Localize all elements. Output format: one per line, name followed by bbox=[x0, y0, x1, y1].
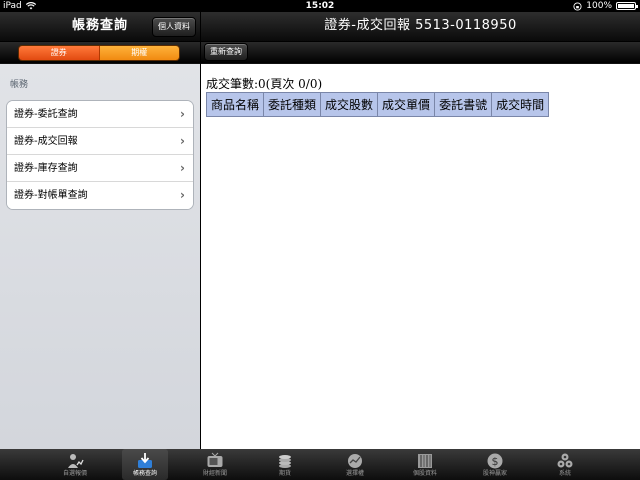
inbox-download-icon bbox=[138, 453, 152, 468]
refresh-query-button[interactable]: 重新查詢 bbox=[204, 43, 248, 61]
battery-icon bbox=[616, 2, 638, 10]
left-nav-bar: 帳務查詢 個人資料 bbox=[0, 12, 200, 42]
account-menu: 證券-委託查詢 › 證券-成交回報 › 證券-庫存查詢 › 證券-對帳單查詢 › bbox=[6, 100, 194, 210]
trade-count-text: 成交筆數:0(頁次 0/0) bbox=[206, 77, 323, 91]
rotation-lock-icon bbox=[573, 1, 582, 11]
column-header-price: 成交單價 bbox=[377, 92, 436, 117]
column-header-time: 成交時間 bbox=[491, 92, 550, 117]
dollar-coin-icon: $ bbox=[487, 453, 503, 469]
menu-item-label: 證券-成交回報 bbox=[14, 136, 78, 147]
tab-label: 股神贏家 bbox=[482, 470, 507, 477]
tab-watchlist[interactable]: 自選報價 bbox=[52, 449, 98, 480]
section-label: 帳務 bbox=[10, 80, 29, 90]
tab-system[interactable]: 系統 bbox=[542, 449, 588, 480]
tab-label: 個股資料 bbox=[412, 470, 437, 477]
right-pane: 證券-成交回報 5513-0118950 重新查詢 成交筆數:0(頁次 0/0)… bbox=[201, 12, 640, 449]
tab-label: 自選報價 bbox=[62, 470, 87, 477]
menu-item-statement-query[interactable]: 證券-對帳單查詢 › bbox=[7, 182, 193, 209]
tab-futures[interactable]: 期貨 bbox=[262, 449, 308, 480]
menu-item-inventory-query[interactable]: 證券-庫存查詢 › bbox=[7, 155, 193, 182]
column-header-shares: 成交股數 bbox=[320, 92, 379, 117]
menu-item-order-query[interactable]: 證券-委託查詢 › bbox=[7, 101, 193, 128]
menu-item-label: 證券-委託查詢 bbox=[14, 109, 78, 120]
gears-icon bbox=[557, 453, 573, 468]
tab-options[interactable]: 選擇權 bbox=[332, 449, 378, 480]
column-header-order-no: 委託書號 bbox=[434, 92, 493, 117]
menu-item-label: 證券-庫存查詢 bbox=[14, 163, 78, 174]
segment-futures-options[interactable]: 期權 bbox=[99, 46, 179, 60]
tab-account-query[interactable]: 帳務查詢 bbox=[122, 449, 168, 480]
profile-button[interactable]: 個人資料 bbox=[152, 17, 196, 37]
svg-text:$: $ bbox=[492, 455, 499, 468]
right-toolbar: 重新查詢 bbox=[201, 42, 640, 64]
tv-icon bbox=[207, 452, 223, 467]
menu-item-label: 證券-對帳單查詢 bbox=[14, 190, 88, 201]
person-chart-icon bbox=[68, 454, 84, 468]
tab-bar: 自選報價 帳務查詢 財經新聞 期貨 選擇權 個股資料 $ 股神贏家 系統 bbox=[0, 449, 640, 480]
left-toolbar: 證券 期權 bbox=[0, 42, 200, 64]
tab-stock-info[interactable]: 個股資料 bbox=[402, 449, 448, 480]
segment-securities[interactable]: 證券 bbox=[19, 46, 100, 60]
tab-label: 選擇權 bbox=[345, 470, 364, 477]
right-nav-title: 證券-成交回報 5513-0118950 bbox=[324, 18, 517, 33]
column-header-product: 商品名稱 bbox=[205, 92, 265, 117]
tab-label: 系統 bbox=[558, 470, 571, 477]
trade-report-table: 商品名稱 委託種類 成交股數 成交單價 委託書號 成交時間 bbox=[205, 92, 550, 117]
tab-label: 帳務查詢 bbox=[132, 470, 157, 477]
chevron-right-icon: › bbox=[180, 107, 185, 121]
column-header-order-type: 委託種類 bbox=[263, 92, 322, 117]
globe-chart-icon bbox=[348, 454, 362, 468]
clock: 15:02 bbox=[305, 1, 335, 11]
tab-news[interactable]: 財經新聞 bbox=[192, 449, 238, 480]
tab-stock-winner[interactable]: $ 股神贏家 bbox=[472, 449, 518, 480]
tab-label: 財經新聞 bbox=[202, 470, 227, 477]
right-nav-bar: 證券-成交回報 5513-0118950 bbox=[201, 12, 640, 42]
menu-item-trade-report[interactable]: 證券-成交回報 › bbox=[7, 128, 193, 155]
coins-icon bbox=[279, 455, 291, 468]
chevron-right-icon: › bbox=[180, 161, 185, 175]
left-pane: 帳務查詢 個人資料 證券 期權 帳務 證券-委託查詢 › 證券-成交回報 › 證… bbox=[0, 12, 200, 449]
status-bar: iPad 15:02 100% bbox=[0, 0, 640, 12]
tab-label: 期貨 bbox=[278, 470, 291, 477]
book-icon bbox=[418, 454, 432, 468]
chevron-right-icon: › bbox=[180, 134, 185, 148]
table-header-row: 商品名稱 委託種類 成交股數 成交單價 委託書號 成交時間 bbox=[205, 92, 550, 117]
battery-percent: 100% bbox=[586, 1, 612, 11]
chevron-right-icon: › bbox=[180, 188, 185, 202]
market-segmented-control: 證券 期權 bbox=[18, 45, 180, 61]
